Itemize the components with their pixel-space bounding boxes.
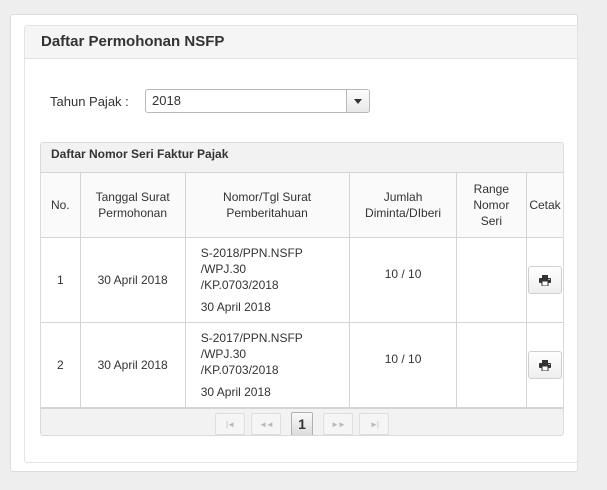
cell-cetak [526, 237, 563, 323]
nomor-line: /KP.0703/2018 [200, 278, 279, 292]
nomor-date: 30 April 2018 [200, 385, 271, 399]
print-button[interactable] [528, 266, 562, 294]
tahun-pajak-select[interactable]: 2018 [145, 89, 370, 113]
cell-nomor: S-2017/PPN.NSFP /WPJ.30 /KP.0703/2018 30… [184, 322, 351, 408]
nsfp-grid: Daftar Nomor Seri Faktur Pajak No. Tangg… [40, 142, 564, 436]
header-line: Tanggal Surat [95, 190, 170, 204]
cell-no: 2 [41, 322, 81, 408]
printer-icon [539, 359, 551, 371]
nsfp-table: No. Tanggal Surat Permohonan Nomor/Tgl S… [41, 172, 563, 408]
content-container: Daftar Permohonan NSFP Tahun Pajak : 201… [10, 14, 578, 472]
cell-cetak [526, 322, 563, 408]
dropdown-button[interactable] [346, 90, 369, 112]
grid-title: Daftar Nomor Seri Faktur Pajak [41, 143, 563, 172]
nomor-line: S-2017/PPN.NSFP [200, 331, 303, 345]
tahun-pajak-label: Tahun Pajak : [50, 93, 129, 109]
panel-title: Daftar Permohonan NSFP [25, 26, 577, 59]
cell-tanggal: 30 April 2018 [79, 322, 186, 408]
column-header-nomor[interactable]: Nomor/Tgl Surat Pemberitahuan [184, 172, 351, 238]
column-header-no[interactable]: No. [41, 172, 81, 238]
tahun-pajak-value: 2018 [152, 93, 181, 108]
header-line: Range [473, 182, 510, 196]
nomor-line: S-2018/PPN.NSFP [200, 246, 303, 260]
chevron-down-icon [354, 98, 362, 104]
column-header-range[interactable]: Range Nomor Seri [455, 172, 528, 238]
cell-range [455, 237, 528, 323]
printer-icon [539, 274, 551, 286]
table-row[interactable]: 2 30 April 2018 S-2017/PPN.NSFP /WPJ.30 … [41, 322, 563, 408]
nomor-line: /WPJ.30 [200, 347, 247, 361]
nomor-line: /WPJ.30 [200, 262, 247, 276]
column-header-cetak[interactable]: Cetak [526, 172, 563, 238]
last-page-button[interactable]: ►| [359, 413, 389, 435]
nomor-date: 30 April 2018 [200, 300, 271, 314]
pagination: |◄ ◄◄ 1 ►► ►| [41, 408, 563, 435]
nomor-line: /KP.0703/2018 [200, 363, 279, 377]
column-header-tanggal[interactable]: Tanggal Surat Permohonan [79, 172, 186, 238]
cell-jumlah: 10 / 10 [349, 322, 457, 408]
header-line: Seri [480, 214, 503, 228]
current-page[interactable]: 1 [291, 412, 313, 435]
prev-page-button[interactable]: ◄◄ [251, 413, 281, 435]
cell-jumlah: 10 / 10 [349, 237, 457, 323]
first-page-button[interactable]: |◄ [215, 413, 245, 435]
header-line: Jumlah [383, 190, 423, 204]
table-row[interactable]: 1 30 April 2018 S-2018/PPN.NSFP /WPJ.30 … [41, 237, 563, 323]
cell-nomor: S-2018/PPN.NSFP /WPJ.30 /KP.0703/2018 30… [184, 237, 351, 323]
next-page-button[interactable]: ►► [323, 413, 353, 435]
header-line: Nomor [473, 198, 510, 212]
cell-range [455, 322, 528, 408]
header-line: Permohonan [98, 206, 168, 220]
cell-tanggal: 30 April 2018 [79, 237, 186, 323]
header-line: Nomor/Tgl Surat [223, 190, 312, 204]
table-header-row: No. Tanggal Surat Permohonan Nomor/Tgl S… [41, 172, 563, 238]
cell-no: 1 [41, 237, 81, 323]
nsfp-panel: Daftar Permohonan NSFP Tahun Pajak : 201… [24, 25, 578, 463]
jumlah-value: 10 / 10 [384, 267, 422, 281]
column-header-jumlah[interactable]: Jumlah Diminta/DIberi [349, 172, 457, 238]
header-line: Diminta/DIberi [365, 206, 442, 220]
print-button[interactable] [528, 351, 562, 379]
jumlah-value: 10 / 10 [384, 352, 422, 366]
tahun-pajak-row: Tahun Pajak : 2018 [50, 89, 370, 113]
header-line: Pemberitahuan [226, 206, 308, 220]
